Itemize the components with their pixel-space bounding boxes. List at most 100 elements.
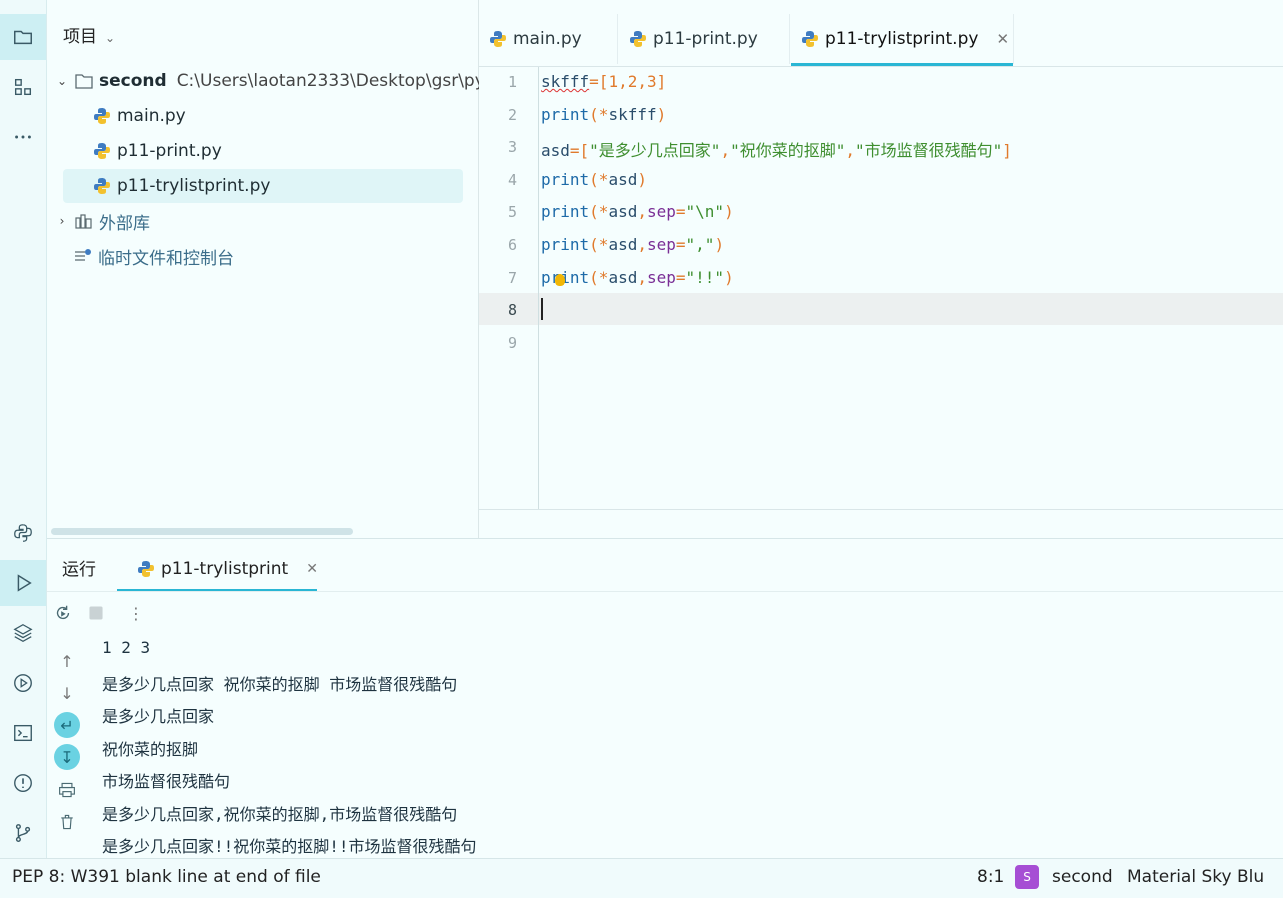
tab-p11-print-py[interactable]: p11-print.py [619, 14, 790, 64]
editor-bottom-area [479, 509, 1283, 539]
editor-tab-bar: main.py p11-print.py p11-trylistprint.py… [479, 0, 1283, 67]
code-token: sep [646, 235, 676, 254]
project-folder-icon[interactable] [0, 14, 46, 60]
line-number: 8 [507, 301, 517, 320]
code-token: skfff [541, 72, 590, 91]
problems-icon[interactable] [0, 760, 46, 806]
more-options-icon[interactable]: ⋮ [125, 602, 147, 624]
tree-external-libraries[interactable]: › 外部库 [55, 204, 150, 238]
tab-p11-trylistprint-py[interactable]: p11-trylistprint.py ✕ [791, 14, 1014, 66]
console-output-line: 是多少几点回家,祝你菜的抠脚,市场监督很残酷句 [102, 804, 458, 824]
code-token: ) [724, 267, 734, 287]
python-file-icon [802, 31, 818, 47]
code-line: print(*asd,sep="\n") [541, 202, 734, 221]
structure-icon[interactable] [0, 64, 46, 110]
arrow-up-icon[interactable]: ↑ [56, 650, 78, 672]
tree-file-main[interactable]: main.py [93, 99, 186, 133]
terminal-icon[interactable] [0, 710, 46, 756]
rerun-icon[interactable] [52, 602, 74, 624]
code-token: print [541, 202, 590, 222]
services-icon[interactable] [0, 660, 46, 706]
code-token: ) [724, 202, 734, 222]
code-line: print(*asd,sep=",") [541, 235, 724, 254]
intention-bulb-icon[interactable] [555, 274, 565, 286]
code-token: =[ [569, 141, 590, 161]
code-token: asd [608, 169, 638, 189]
root-folder-path: C:\Users\laotan2333\Desktop\gsr\py [176, 71, 485, 91]
status-bar: PEP 8: W391 blank line at end of file 8:… [0, 858, 1283, 898]
print-icon[interactable] [56, 779, 78, 801]
code-token: (* [589, 104, 609, 124]
code-token: 2 [627, 72, 638, 91]
code-token: , [637, 267, 647, 287]
layers-icon[interactable] [0, 610, 46, 656]
code-token: , [637, 235, 647, 254]
project-panel-title: 项目 [63, 27, 97, 47]
caret-position[interactable]: 8:1 [977, 867, 1004, 887]
python-console-icon[interactable] [0, 510, 46, 556]
code-token: , [637, 202, 647, 222]
console-output-line: 祝你菜的抠脚 [102, 739, 199, 759]
code-line: print(*skfff) [541, 105, 666, 124]
line-number: 6 [507, 236, 517, 254]
project-name[interactable]: second [1052, 867, 1113, 887]
inspection-message[interactable]: PEP 8: W391 blank line at end of file [12, 867, 321, 887]
more-tools-icon[interactable] [0, 114, 46, 160]
library-icon [75, 214, 92, 229]
chevron-down-icon[interactable]: ⌄ [55, 74, 69, 88]
run-panel-title: 运行 [62, 560, 96, 580]
python-file-icon [138, 561, 154, 577]
gutter-divider [538, 67, 539, 509]
tree-file-p11-trylistprint[interactable]: p11-trylistprint.py [63, 169, 463, 203]
code-token: skfff [608, 104, 657, 124]
code-token: asd [608, 267, 638, 287]
soft-wrap-icon[interactable]: ↵ [54, 712, 80, 738]
close-tab-icon[interactable]: ✕ [996, 30, 1009, 48]
chevron-down-icon: ⌄ [105, 31, 116, 45]
line-number: 9 [507, 333, 517, 352]
line-number: 2 [507, 105, 517, 124]
code-token: (* [589, 169, 609, 189]
stop-icon[interactable] [85, 602, 107, 624]
file-name: p11-trylistprint.py [117, 176, 271, 196]
current-line-highlight [479, 293, 1283, 325]
trash-icon[interactable] [56, 811, 78, 833]
line-number: 7 [507, 268, 517, 287]
tree-scratches-consoles[interactable]: 临时文件和控制台 [74, 239, 234, 273]
project-panel-header[interactable]: 项目 ⌄ [63, 22, 115, 47]
scratches-label: 临时文件和控制台 [98, 248, 234, 269]
code-token: "\n" [685, 202, 725, 222]
code-token: ) [656, 104, 667, 124]
tree-file-p11-print[interactable]: p11-print.py [93, 134, 222, 168]
tab-main-py[interactable]: main.py [479, 14, 618, 64]
git-branch-icon[interactable] [0, 810, 46, 856]
console-output-line: 是多少几点回家 祝你菜的抠脚 市场监督很残酷句 [102, 674, 458, 694]
code-token: "!!" [685, 267, 725, 287]
code-token: ] [656, 72, 667, 91]
scroll-to-end-icon[interactable]: ↧ [54, 744, 80, 770]
run-tool-icon[interactable] [0, 560, 46, 606]
code-token: = [675, 202, 686, 222]
theme-name[interactable]: Material Sky Blu [1127, 867, 1264, 887]
console-output-line: 是多少几点回家!!祝你菜的抠脚!!市场监督很残酷句 [102, 837, 477, 856]
code-editor[interactable]: 123456789 skfff=[1,2,3] print(*skfff) asd=… [479, 67, 1283, 509]
code-token: print [541, 235, 590, 254]
run-config-tab[interactable]: p11-trylistprint ✕ [137, 547, 318, 591]
code-token: sep [646, 267, 676, 287]
code-token: print [541, 104, 590, 124]
code-token: =[ [589, 72, 609, 91]
console-output-line: 市场监督很残酷句 [102, 772, 231, 791]
code-token: ] [1002, 141, 1012, 161]
chevron-right-icon[interactable]: › [55, 214, 69, 228]
run-toolbar-divider [47, 591, 1283, 592]
tab-label: p11-print.py [653, 29, 758, 49]
code-token: ) [637, 169, 647, 189]
tree-root-second[interactable]: ⌄ second C:\Users\laotan2333\Desktop\gsr… [55, 64, 485, 98]
horizontal-scrollbar[interactable] [51, 528, 353, 535]
code-line: skfff=[1,2,3] [541, 72, 666, 91]
project-badge: S [1015, 865, 1039, 889]
tab-label: p11-trylistprint.py [825, 29, 979, 49]
close-run-tab-icon[interactable]: ✕ [306, 561, 318, 577]
arrow-down-icon[interactable]: ↓ [56, 682, 78, 704]
code-token: 3 [647, 72, 657, 91]
